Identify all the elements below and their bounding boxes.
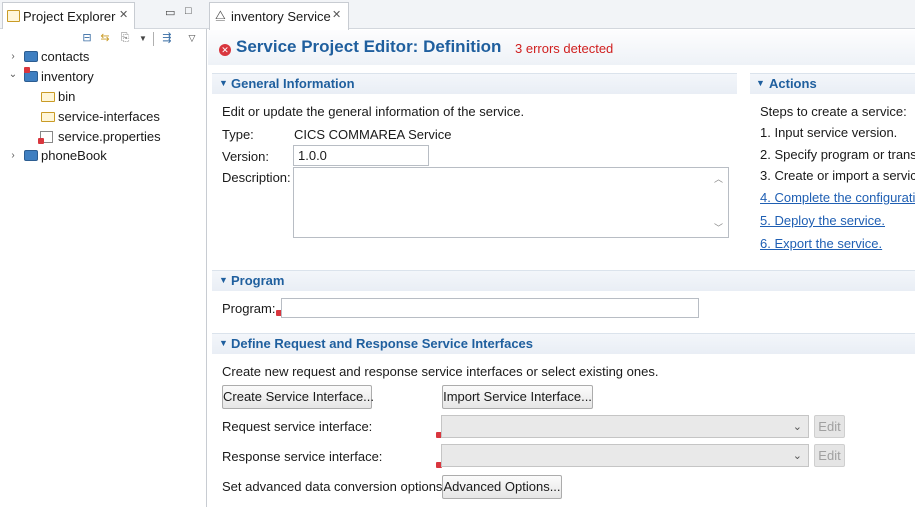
close-icon[interactable]: ✕ [119,8,128,21]
close-icon[interactable]: ✕ [332,8,341,21]
collapse-all-icon[interactable]: ⊟ [80,32,94,45]
tab-label: inventory Service [231,9,331,24]
tree-item-inventory[interactable]: ⌄ inventory [0,67,205,87]
view-menu-icon[interactable]: ▽ [185,32,199,45]
interfaces-section-header[interactable]: ▼ Define Request and Response Service In… [212,333,915,354]
scroll-down-icon[interactable]: ﹀ [714,221,723,234]
tree-item-service-properties[interactable]: service.properties [0,127,205,147]
collapse-section-icon[interactable]: ▼ [219,338,228,348]
error-count-link[interactable]: 3 errors detected [515,41,613,56]
project-explorer-icon [7,10,20,22]
section-title: Actions [769,76,817,91]
tree-item-label: bin [58,89,76,104]
expand-icon[interactable]: › [8,47,18,67]
folder-icon [41,112,55,122]
version-field[interactable]: 1.0.0 [293,145,429,166]
tree-item-bin[interactable]: bin [0,87,205,107]
error-icon: ✕ [219,44,231,56]
tab-project-explorer[interactable]: Project Explorer ✕ [2,2,135,29]
action-step-5-link[interactable]: 5. Deploy the service. [760,213,885,228]
request-edit-button[interactable]: Edit [814,415,845,438]
tab-inventory-service[interactable]: ⧋ inventory Service ✕ [209,2,349,30]
tree-item-label: service-interfaces [58,109,160,124]
collapse-section-icon[interactable]: ▼ [219,275,228,285]
request-interface-select[interactable]: ⌄ [441,415,809,438]
response-edit-button[interactable]: Edit [814,444,845,467]
tab-label: Project Explorer [23,9,116,24]
minimize-icon[interactable]: ▭ [165,6,175,19]
type-label: Type: [222,127,254,142]
page-title: Service Project Editor: Definition [236,37,502,56]
response-interface-label: Response service interface: [222,449,383,464]
scroll-up-icon[interactable]: ︿ [714,172,723,185]
general-intro-text: Edit or update the general information o… [222,104,525,119]
actions-section-header[interactable]: ▼ Actions [750,73,915,94]
chevron-down-icon: ⌄ [792,450,802,462]
expand-icon[interactable]: › [8,146,18,166]
chevron-down-icon: ⌄ [792,421,802,433]
link-with-editor-icon[interactable]: ⇆ [98,32,112,45]
program-label: Program: [222,301,276,316]
toolbar-separator [153,32,154,46]
service-project-icon [24,150,38,161]
action-step-1: 1. Input service version. [760,125,898,140]
program-field[interactable] [281,298,699,318]
section-title: Define Request and Response Service Inte… [231,336,534,351]
dropdown-arrow-icon[interactable]: ▼ [136,32,150,45]
new-item-icon[interactable]: ⎘ [118,32,132,45]
maximize-icon[interactable]: □ [185,5,192,17]
request-interface-label: Request service interface: [222,419,373,434]
import-service-interface-button[interactable]: Import Service Interface... [442,385,593,409]
folder-icon [41,92,55,102]
tree-item-label: inventory [41,69,94,84]
service-project-icon [24,51,38,62]
tree-item-contacts[interactable]: › contacts [0,47,205,67]
error-decorator-icon [24,67,30,73]
error-decorator-icon [38,138,44,144]
tree-item-service-interfaces[interactable]: service-interfaces [0,107,205,127]
description-field[interactable] [293,167,729,238]
action-step-6-link[interactable]: 6. Export the service. [760,236,882,251]
advanced-options-button[interactable]: Advanced Options... [442,475,562,499]
tree-item-label: contacts [41,49,90,64]
collapse-section-icon[interactable]: ▼ [219,78,228,88]
advanced-options-label: Set advanced data conversion options [222,479,443,494]
interfaces-intro-text: Create new request and response service … [222,364,659,379]
action-step-2: 2. Specify program or transa [760,147,915,162]
actions-intro-text: Steps to create a service: [760,104,907,119]
section-title: General Information [231,76,355,91]
program-section-header[interactable]: ▼ Program [212,270,915,291]
tree-item-label: service.properties [58,129,161,144]
action-step-4-link[interactable]: 4. Complete the configurati [760,190,915,205]
collapse-section-icon[interactable]: ▼ [756,78,765,88]
tree-item-label: phoneBook [41,148,107,163]
section-title: Program [231,273,285,288]
action-step-3: 3. Create or import a service [760,168,915,183]
explorer-toolbar: ⊟ ⇆ ⎘ ▼ ⇶ ▽ [0,29,207,49]
create-service-interface-button[interactable]: Create Service Interface... [222,385,374,409]
version-label: Version: [222,149,269,164]
type-value: CICS COMMAREA Service [294,127,452,142]
collapse-icon[interactable]: ⌄ [8,65,18,85]
service-editor-icon: ⧋ [215,8,226,22]
general-information-section-header[interactable]: ▼ General Information [212,73,737,94]
response-interface-select[interactable]: ⌄ [441,444,809,467]
filter-icon[interactable]: ⇶ [160,32,174,45]
description-label: Description: [222,170,291,185]
tree-item-phonebook[interactable]: › phoneBook [0,146,205,166]
